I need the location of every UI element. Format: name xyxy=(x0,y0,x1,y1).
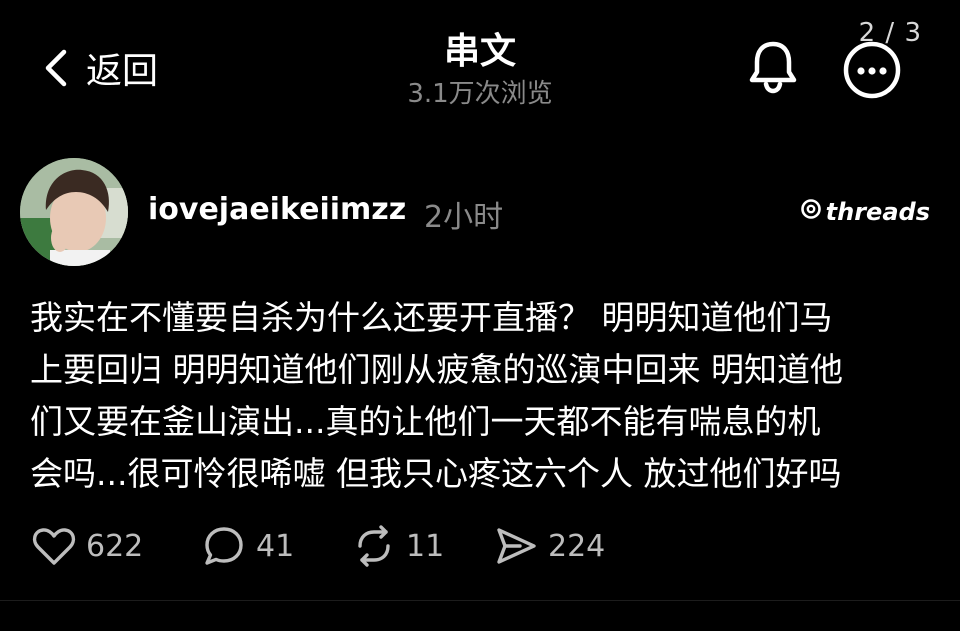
share-count: 224 xyxy=(548,528,606,564)
more-button[interactable] xyxy=(842,40,902,100)
action-bar: 622 41 11 224 xyxy=(30,520,930,572)
post-header: iovejaeikeiimzz 2小时 threads xyxy=(20,158,940,268)
username[interactable]: iovejaeikeiimzz xyxy=(148,192,406,227)
back-label: 返回 xyxy=(86,51,159,92)
bell-icon xyxy=(749,41,797,94)
divider xyxy=(0,600,960,601)
share-button[interactable]: 224 xyxy=(494,520,605,572)
title-block: 串文 3.1万次浏览 xyxy=(330,30,630,110)
avatar[interactable] xyxy=(20,158,128,266)
like-button[interactable]: 622 xyxy=(32,520,143,572)
post-time: 2小时 xyxy=(424,200,504,235)
reply-count: 41 xyxy=(256,528,295,564)
reply-button[interactable]: 41 xyxy=(202,520,294,572)
post-text: 我实在不懂要自杀为什么还要开直播？ 明明知道他们马 上要回归 明明知道他们刚从疲… xyxy=(30,292,930,500)
send-icon xyxy=(497,528,536,564)
avatar-image xyxy=(20,158,128,266)
top-bar: 返回 串文 3.1万次浏览 xyxy=(0,0,960,120)
repost-button[interactable]: 11 xyxy=(352,520,444,572)
page-title: 串文 xyxy=(443,31,516,72)
threads-icon xyxy=(800,198,822,226)
back-button[interactable]: 返回 xyxy=(38,44,158,92)
view-count: 3.1万次浏览 xyxy=(407,79,553,109)
repost-icon xyxy=(358,525,390,567)
repost-count: 11 xyxy=(406,528,445,564)
post-text-line: 上要回归 明明知道他们刚从疲惫的巡演中回来 明知道他 xyxy=(30,350,843,389)
notification-button[interactable] xyxy=(744,38,802,96)
threads-logo: threads xyxy=(800,198,930,226)
post-text-line: 们又要在釜山演出...真的让他们一天都不能有喘息的机 xyxy=(30,402,821,441)
post-text-line: 我实在不懂要自杀为什么还要开直播？ 明明知道他们马 xyxy=(30,298,833,337)
chevron-left-icon xyxy=(38,44,74,92)
more-icon xyxy=(843,41,901,99)
comment-icon xyxy=(205,527,243,565)
heart-icon xyxy=(32,528,76,565)
post-text-line: 会吗...很可怜很唏嘘 但我只心疼这六个人 放过他们好吗 xyxy=(30,454,842,493)
threads-wordmark: threads xyxy=(825,198,930,226)
like-count: 622 xyxy=(86,528,144,564)
